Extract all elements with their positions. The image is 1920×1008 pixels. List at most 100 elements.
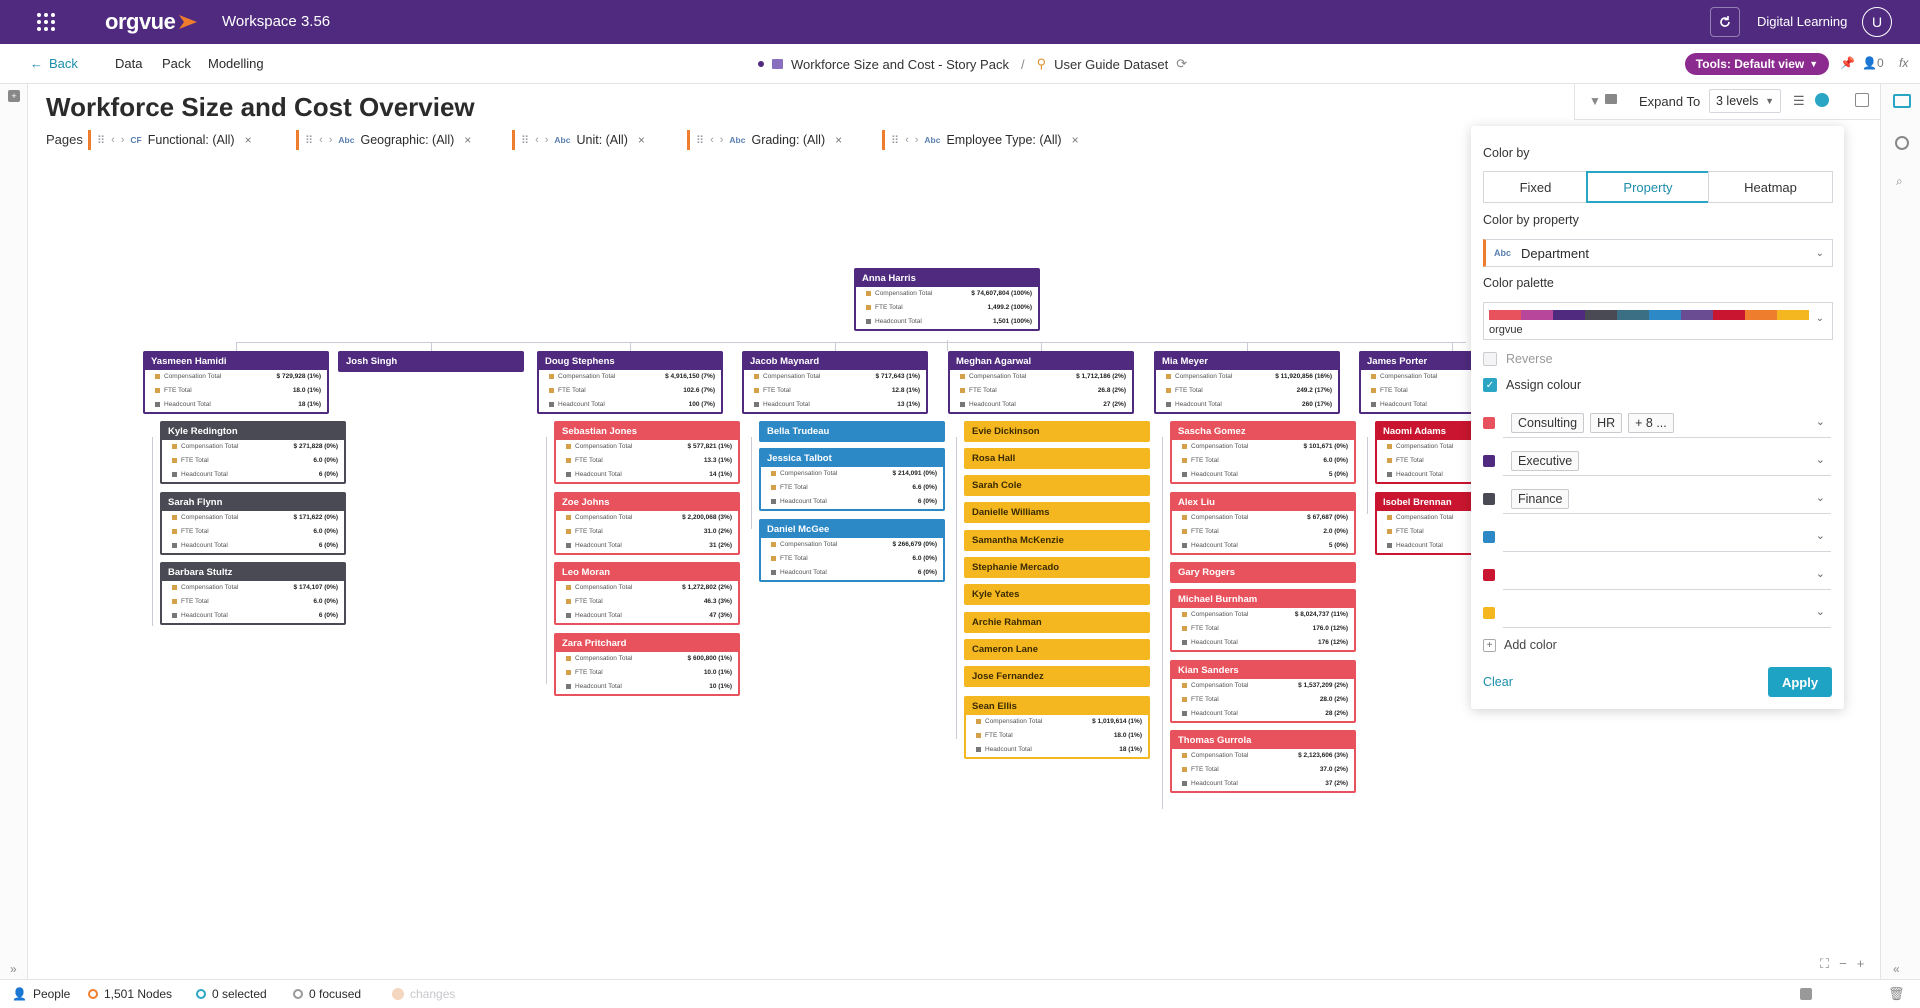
chevron-right-icon[interactable]: ›: [720, 134, 724, 146]
filter-chip[interactable]: ⠿ ‹ › Abc Geographic: (All) ×: [296, 130, 471, 150]
chevron-right-icon[interactable]: ›: [121, 134, 125, 146]
assign-checkbox[interactable]: ✓: [1483, 378, 1497, 392]
trash-icon[interactable]: 🗑: [1888, 986, 1905, 1002]
account-name[interactable]: Digital Learning: [1757, 14, 1847, 29]
department-select[interactable]: Executive ⌄: [1503, 446, 1831, 476]
org-node[interactable]: Doug Stephens Compensation Total $ 4,916,1…: [537, 351, 723, 414]
org-node[interactable]: Leo Moran Compensation Total $ 1,272,802 (…: [554, 562, 740, 625]
color-swatch[interactable]: [1483, 569, 1495, 581]
color-swatch[interactable]: [1483, 455, 1495, 467]
chevron-left-icon[interactable]: ‹: [710, 134, 714, 146]
filter-chip[interactable]: ⠿ ‹ › Abc Unit: (All) ×: [512, 130, 645, 150]
close-icon[interactable]: ×: [638, 133, 645, 147]
expand-select[interactable]: 3 levels ▼: [1709, 89, 1781, 113]
org-node[interactable]: Kian Sanders Compensation Total $ 1,537,20…: [1170, 660, 1356, 723]
collapse-right-icon[interactable]: «: [1893, 962, 1900, 976]
back-button[interactable]: ← Back: [30, 56, 78, 71]
chevron-right-icon[interactable]: ›: [545, 134, 549, 146]
tools-dropdown[interactable]: Tools: Default view ▼: [1685, 53, 1829, 75]
color-assignment-row[interactable]: ⌄: [1483, 560, 1831, 590]
org-node[interactable]: Samantha McKenzie: [964, 530, 1150, 551]
mode-heatmap-button[interactable]: Heatmap: [1708, 171, 1833, 203]
org-node[interactable]: Sarah Cole: [964, 475, 1150, 496]
sync-icon[interactable]: ⟳: [1176, 56, 1187, 72]
user-count[interactable]: 👤0: [1862, 56, 1884, 70]
color-swatch[interactable]: [1483, 531, 1495, 543]
close-icon[interactable]: ×: [835, 133, 842, 147]
drag-handle-icon[interactable]: ⠿: [891, 134, 899, 147]
color-swatch[interactable]: [1483, 493, 1495, 505]
chevron-left-icon[interactable]: ‹: [319, 134, 323, 146]
org-node[interactable]: Josh Singh: [338, 351, 524, 372]
org-node[interactable]: Jessica Talbot Compensation Total $ 214,09…: [759, 448, 945, 511]
color-assignment-row[interactable]: Executive ⌄: [1483, 446, 1831, 476]
org-node[interactable]: Stephanie Mercado: [964, 557, 1150, 578]
nodes-status[interactable]: 1,501 Nodes: [88, 987, 172, 1001]
org-node[interactable]: Cameron Lane: [964, 639, 1150, 660]
apply-button[interactable]: Apply: [1768, 667, 1832, 697]
layout-icon[interactable]: [1605, 94, 1617, 104]
chevron-left-icon[interactable]: ‹: [905, 134, 909, 146]
org-node[interactable]: Danielle Williams: [964, 502, 1150, 523]
zoom-out-icon[interactable]: −: [1839, 956, 1847, 972]
focused-status[interactable]: 0 focused: [293, 987, 361, 1001]
department-tag[interactable]: Consulting: [1511, 412, 1585, 433]
department-tag[interactable]: Finance: [1511, 488, 1570, 509]
org-node[interactable]: Anna Harris Compensation Total $ 74,607,80…: [854, 268, 1040, 331]
org-node[interactable]: Barbara Stultz Compensation Total $ 174,10…: [160, 562, 346, 625]
department-select[interactable]: ⌄: [1503, 598, 1831, 628]
add-color-button[interactable]: + Add color: [1483, 638, 1557, 652]
drag-handle-icon[interactable]: ⠿: [696, 134, 704, 147]
org-node[interactable]: Yasmeen Hamidi Compensation Total $ 729,92…: [143, 351, 329, 414]
filter-chip[interactable]: ⠿ ‹ › Abc Grading: (All) ×: [687, 130, 842, 150]
department-tag[interactable]: HR: [1590, 412, 1623, 433]
department-select[interactable]: Consulting HR + 8 ... ⌄: [1503, 408, 1831, 438]
color-swatch[interactable]: [1483, 607, 1495, 619]
clear-button[interactable]: Clear: [1483, 675, 1513, 689]
org-node[interactable]: Daniel McGee Compensation Total $ 266,679 …: [759, 519, 945, 582]
org-node[interactable]: Sarah Flynn Compensation Total $ 171,622 (…: [160, 492, 346, 555]
settings-icon[interactable]: [1895, 136, 1909, 150]
add-row-icon[interactable]: [1800, 988, 1812, 1000]
color-swatch[interactable]: [1483, 417, 1495, 429]
department-tag[interactable]: + 8 ...: [1628, 412, 1674, 433]
org-node[interactable]: Mia Meyer Compensation Total $ 11,920,856 …: [1154, 351, 1340, 414]
apps-grid-icon[interactable]: [36, 12, 56, 32]
dataset-link[interactable]: User Guide Dataset: [1054, 57, 1168, 72]
org-node[interactable]: Archie Rahman: [964, 612, 1150, 633]
color-assignment-row[interactable]: ⌄: [1483, 522, 1831, 552]
org-node[interactable]: Thomas Gurrola Compensation Total $ 2,123,…: [1170, 730, 1356, 793]
chevron-right-icon[interactable]: ›: [329, 134, 333, 146]
add-panel-icon[interactable]: +: [8, 90, 20, 102]
filter-chip[interactable]: ⠿ ‹ › Abc Employee Type: (All) ×: [882, 130, 1079, 150]
org-node[interactable]: Meghan Agarwal Compensation Total $ 1,712,…: [948, 351, 1134, 414]
dataset-status[interactable]: 👤 People: [12, 987, 70, 1001]
pin-icon[interactable]: 📌: [1840, 56, 1855, 70]
org-node[interactable]: Evie Dickinson: [964, 421, 1150, 442]
org-node[interactable]: Jacob Maynard Compensation Total $ 717,643…: [742, 351, 928, 414]
table-view-icon[interactable]: [1893, 94, 1911, 108]
department-select[interactable]: ⌄: [1503, 522, 1831, 552]
close-icon[interactable]: ×: [1072, 133, 1079, 147]
formula-icon[interactable]: fx: [1899, 56, 1908, 70]
org-node[interactable]: Bella Trudeau: [759, 421, 945, 442]
org-node[interactable]: Kyle Redington Compensation Total $ 271,82…: [160, 421, 346, 484]
org-node[interactable]: Kyle Yates: [964, 584, 1150, 605]
avatar[interactable]: U: [1862, 7, 1892, 37]
story-pack-link[interactable]: Workforce Size and Cost - Story Pack: [791, 57, 1009, 72]
list-icon[interactable]: ☰: [1793, 93, 1805, 109]
palette-icon[interactable]: [1815, 93, 1829, 107]
org-node[interactable]: Rosa Hall: [964, 448, 1150, 469]
data-menu[interactable]: Data: [115, 56, 142, 71]
pack-menu[interactable]: Pack: [162, 56, 191, 71]
department-tag[interactable]: Executive: [1511, 450, 1580, 471]
property-select[interactable]: Abc Department ⌄: [1483, 239, 1833, 267]
org-node[interactable]: Gary Rogers: [1170, 562, 1356, 583]
reverse-checkbox[interactable]: [1483, 352, 1497, 366]
chevron-left-icon[interactable]: ‹: [535, 134, 539, 146]
fit-screen-icon[interactable]: ⛶: [1820, 956, 1829, 972]
org-node[interactable]: Alex Liu Compensation Total $ 67,687 (0%) F…: [1170, 492, 1356, 555]
palette-select[interactable]: orgvue ⌄: [1483, 302, 1833, 340]
org-node[interactable]: Michael Burnham Compensation Total $ 8,024…: [1170, 589, 1356, 652]
department-select[interactable]: ⌄: [1503, 560, 1831, 590]
